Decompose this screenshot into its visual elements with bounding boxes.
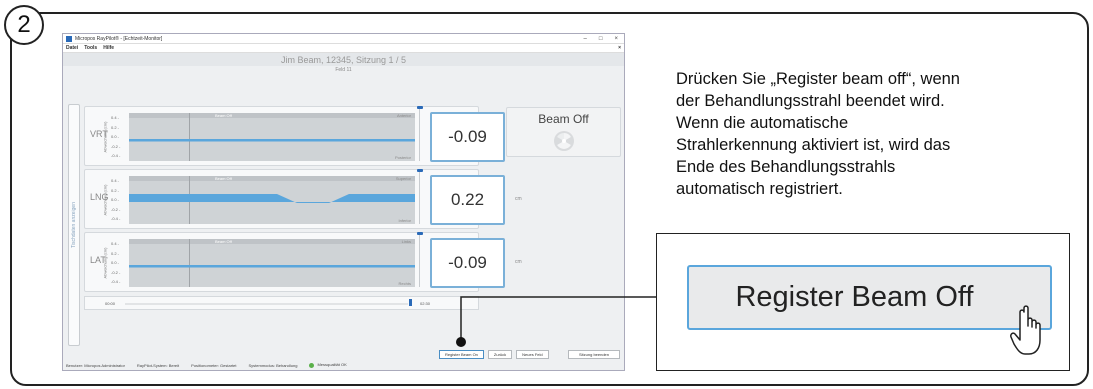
deviation-value: -0.09 (430, 112, 505, 162)
status-system: RayPilot-System: Bereit (136, 362, 180, 368)
beam-status-label: Beam Off (538, 112, 589, 126)
status-bar: Benutzer: Micropos Administrator RayPilo… (63, 360, 624, 370)
unit-label: cm (515, 259, 522, 265)
hand-cursor-icon (1010, 305, 1041, 355)
instruction-line: der Behandlungsstrahl beendet wird. (676, 92, 945, 110)
deviation-chart: Beam Off Superior Inferior (129, 176, 415, 224)
y-axis-label: Abweichung (cm) (102, 247, 108, 279)
minimize-icon[interactable]: – (584, 36, 587, 42)
step-number-badge: 2 (4, 5, 44, 45)
radiation-icon (554, 131, 574, 151)
y-axis-label: Abweichung (cm) (102, 184, 108, 216)
axis-panel-lng: LNG Abweichung (cm) 0.4 -0.2 -0.0 - -0.2 … (84, 169, 522, 229)
status-user: Benutzer: Micropos Administrator (66, 362, 125, 368)
unit-label: cm (515, 196, 522, 202)
end-session-button[interactable]: Sitzung beenden (568, 350, 620, 359)
beam-status-panel: Beam Off (506, 107, 621, 157)
table-data-tab[interactable]: Tischdaten anzeigen (68, 104, 80, 346)
deviation-trace (129, 139, 415, 142)
threshold-slider[interactable] (417, 106, 423, 109)
instruction-line: Ende des Behandlungsstrahls (676, 158, 896, 176)
close-icon[interactable]: × (614, 36, 618, 42)
app-window: Micropos RayPilot® - [Echtzeit-Monitor] … (62, 33, 625, 371)
app-icon (66, 35, 72, 42)
back-button[interactable]: Zurück (487, 350, 513, 359)
child-close-icon[interactable]: × (618, 45, 624, 51)
menu-tools[interactable]: Tools (84, 45, 97, 51)
menu-file[interactable]: Datei (66, 45, 78, 51)
title-bar: Micropos RayPilot® - [Echtzeit-Monitor] … (63, 34, 624, 44)
status-quality: Messqualität OK (309, 362, 347, 368)
register-beam-on-button[interactable]: Register Beam On (439, 350, 484, 359)
axis-panel-vrt: VRT Abweichung (cm) 0.4 -0.2 -0.0 - -0.2 … (84, 106, 522, 166)
window-title: Micropos RayPilot® - [Echtzeit-Monitor] (75, 35, 163, 42)
table-data-tab-label: Tischdaten anzeigen (71, 202, 77, 248)
status-positionometer: Positionometer: Gestartet (191, 362, 237, 368)
timeline-end: 02:30 (420, 301, 431, 306)
deviation-chart: Beam Off Links Rechts (129, 239, 415, 287)
timeline-marker[interactable] (409, 299, 412, 306)
patient-header: Jim Beam, 12345, Sitzung 1 / 5 (63, 53, 624, 66)
maximize-icon[interactable]: □ (599, 36, 603, 42)
deviation-value: -0.09 (430, 238, 505, 288)
deviation-trace (129, 265, 415, 268)
instruction-line: Strahlerkennung aktiviert ist, wird das (676, 136, 951, 154)
instruction-line: Wenn die automatische (676, 114, 849, 132)
deviation-value: 0.22 (430, 175, 505, 225)
menu-help[interactable]: Hilfe (103, 45, 114, 51)
y-axis-label: Abweichung (cm) (102, 121, 108, 153)
field-label: Feld 11 (335, 67, 352, 73)
deviation-area (129, 194, 415, 203)
timeline-start: 00:00 (105, 301, 116, 306)
threshold-slider[interactable] (417, 232, 423, 235)
threshold-slider[interactable] (417, 169, 423, 172)
axis-panel-lat: LAT Abweichung (cm) 0.4 -0.2 -0.0 - -0.2 … (84, 232, 522, 292)
instruction-line: Drücken Sie „Register beam off“, wenn (676, 70, 960, 88)
status-mode: Systemmodus: Behandlung (248, 362, 298, 368)
tick-labels: 0.4 -0.2 -0.0 - -0.2 - -0.4 - (111, 178, 121, 221)
ok-status-icon (309, 362, 315, 368)
instruction-text: Drücken Sie „Register beam off“, wenn de… (676, 68, 1076, 200)
tick-labels: 0.4 -0.2 -0.0 - -0.2 - -0.4 - (111, 115, 121, 158)
register-beam-off-button[interactable]: Register Beam Off (687, 265, 1052, 330)
new-field-button[interactable]: Neues Feld (516, 350, 549, 359)
deviation-chart: Beam Off Anterior Posterior (129, 113, 415, 161)
session-timeline[interactable]: 00:00 02:30 (84, 296, 479, 310)
tick-labels: 0.4 -0.2 -0.0 - -0.2 - -0.4 - (111, 241, 121, 284)
menu-bar: Datei Tools Hilfe × (63, 44, 624, 53)
instruction-line: automatisch registriert. (676, 180, 843, 198)
